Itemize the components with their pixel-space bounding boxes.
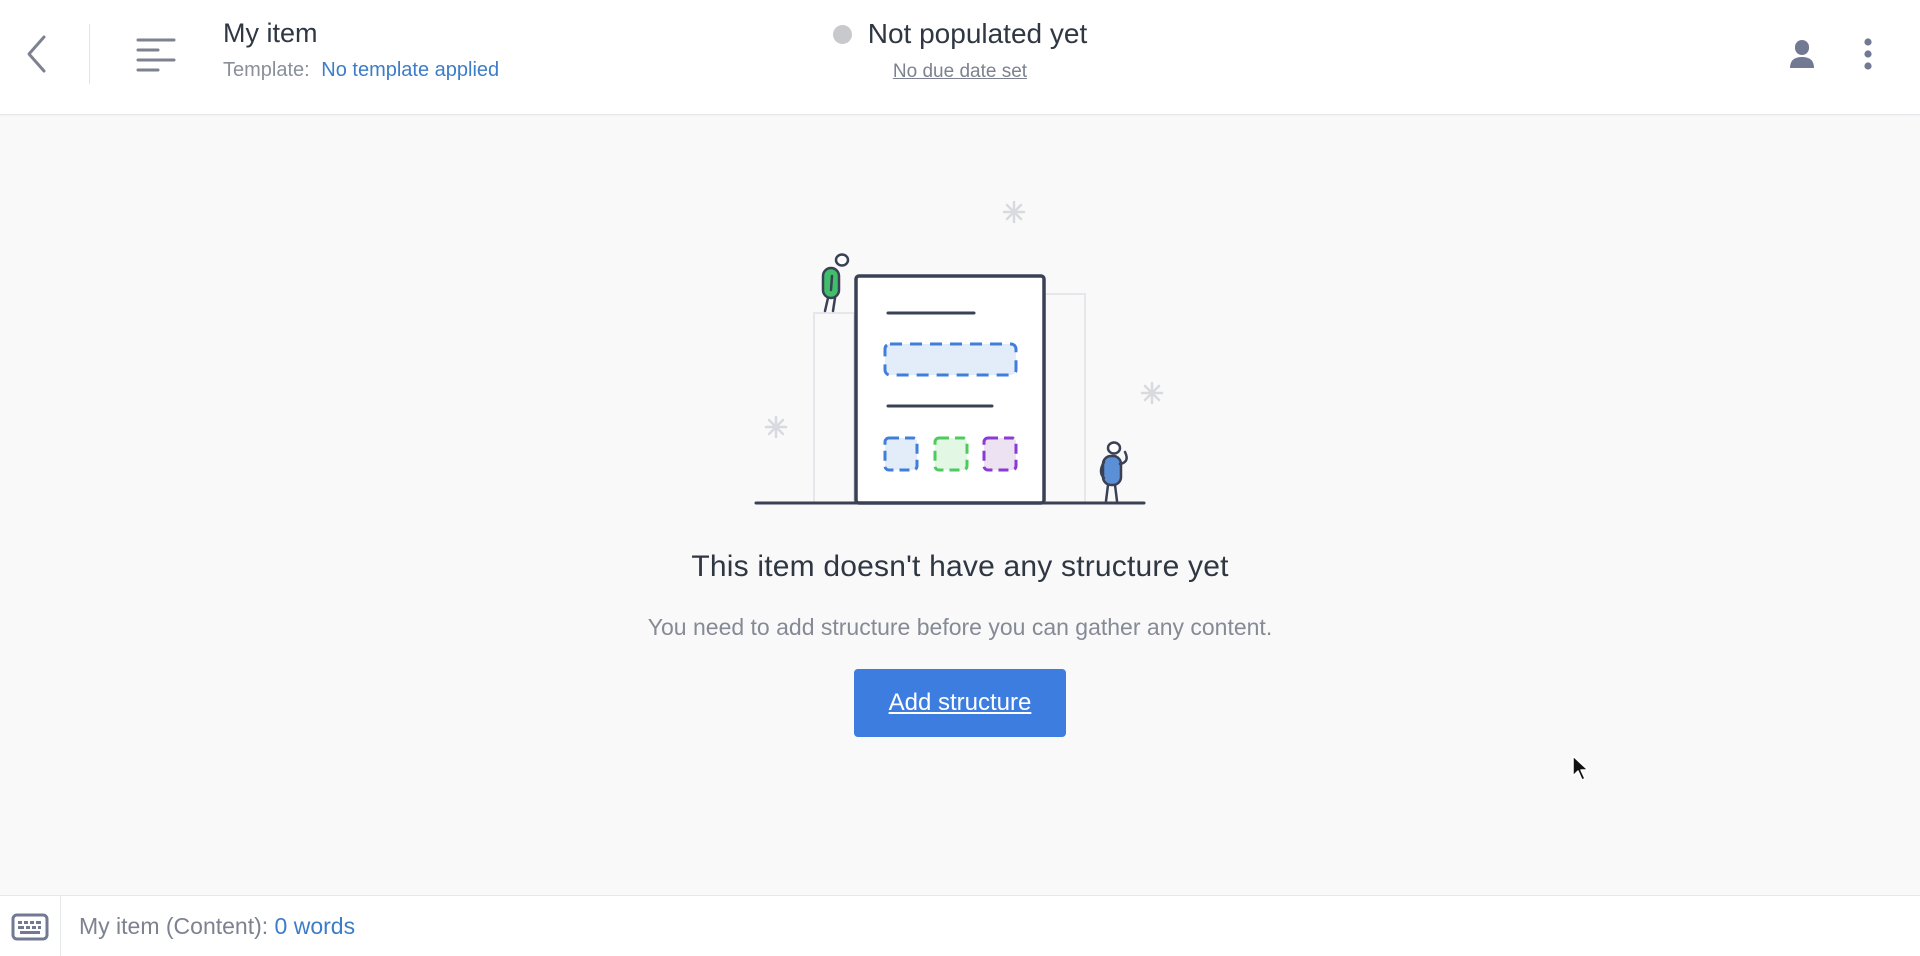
item-title-block: My item Template: No template applied <box>223 16 499 82</box>
word-count-label: My item (Content): <box>79 913 269 939</box>
footer-bar: My item (Content): 0 words <box>0 895 1920 956</box>
keyboard-shortcuts-button[interactable] <box>0 896 61 956</box>
document-structure-illustration <box>740 180 1180 520</box>
template-label: Template: <box>223 59 310 81</box>
green-field-placeholder <box>933 436 969 472</box>
status-label: Not populated yet <box>867 18 1088 49</box>
outline-toggle-button[interactable] <box>130 30 182 78</box>
template-link[interactable]: No template applied <box>321 59 499 81</box>
status-selector[interactable]: Not populated yet <box>760 16 1160 52</box>
more-vertical-icon <box>1864 38 1872 70</box>
mouse-cursor-icon <box>1572 755 1589 781</box>
add-structure-button[interactable]: Add structure <box>854 669 1066 737</box>
word-count: My item (Content): 0 words <box>79 913 355 940</box>
sparkle-icon <box>764 415 788 439</box>
item-header: My item Template: No template applied No… <box>0 0 1920 115</box>
text-field-placeholder <box>883 342 1018 377</box>
empty-state-subtext: You need to add structure before you can… <box>647 614 1273 640</box>
background-panel <box>813 312 855 504</box>
blue-field-placeholder <box>883 436 919 472</box>
assign-user-button[interactable] <box>1782 34 1822 74</box>
template-row: Template: No template applied <box>223 58 499 82</box>
empty-state-heading: This item doesn't have any structure yet <box>691 550 1229 583</box>
green-person-figure <box>821 253 850 313</box>
blue-person-figure <box>1099 441 1128 503</box>
purple-field-placeholder <box>982 436 1018 472</box>
sparkle-icon <box>1002 200 1026 224</box>
status-block: Not populated yet No due date set <box>760 16 1160 83</box>
status-dot-icon <box>832 24 852 44</box>
sparkle-icon <box>1140 381 1164 405</box>
back-button[interactable] <box>14 28 58 80</box>
background-panel <box>1044 293 1086 504</box>
header-divider <box>89 24 90 84</box>
word-count-value[interactable]: 0 words <box>275 913 356 939</box>
item-title[interactable]: My item <box>223 16 499 50</box>
chevron-left-icon <box>27 35 46 73</box>
person-icon <box>1790 40 1814 68</box>
outline-lines-icon <box>136 38 176 72</box>
keyboard-icon <box>11 913 49 940</box>
due-date-link[interactable]: No due date set <box>893 61 1027 83</box>
more-options-button[interactable] <box>1852 30 1884 78</box>
